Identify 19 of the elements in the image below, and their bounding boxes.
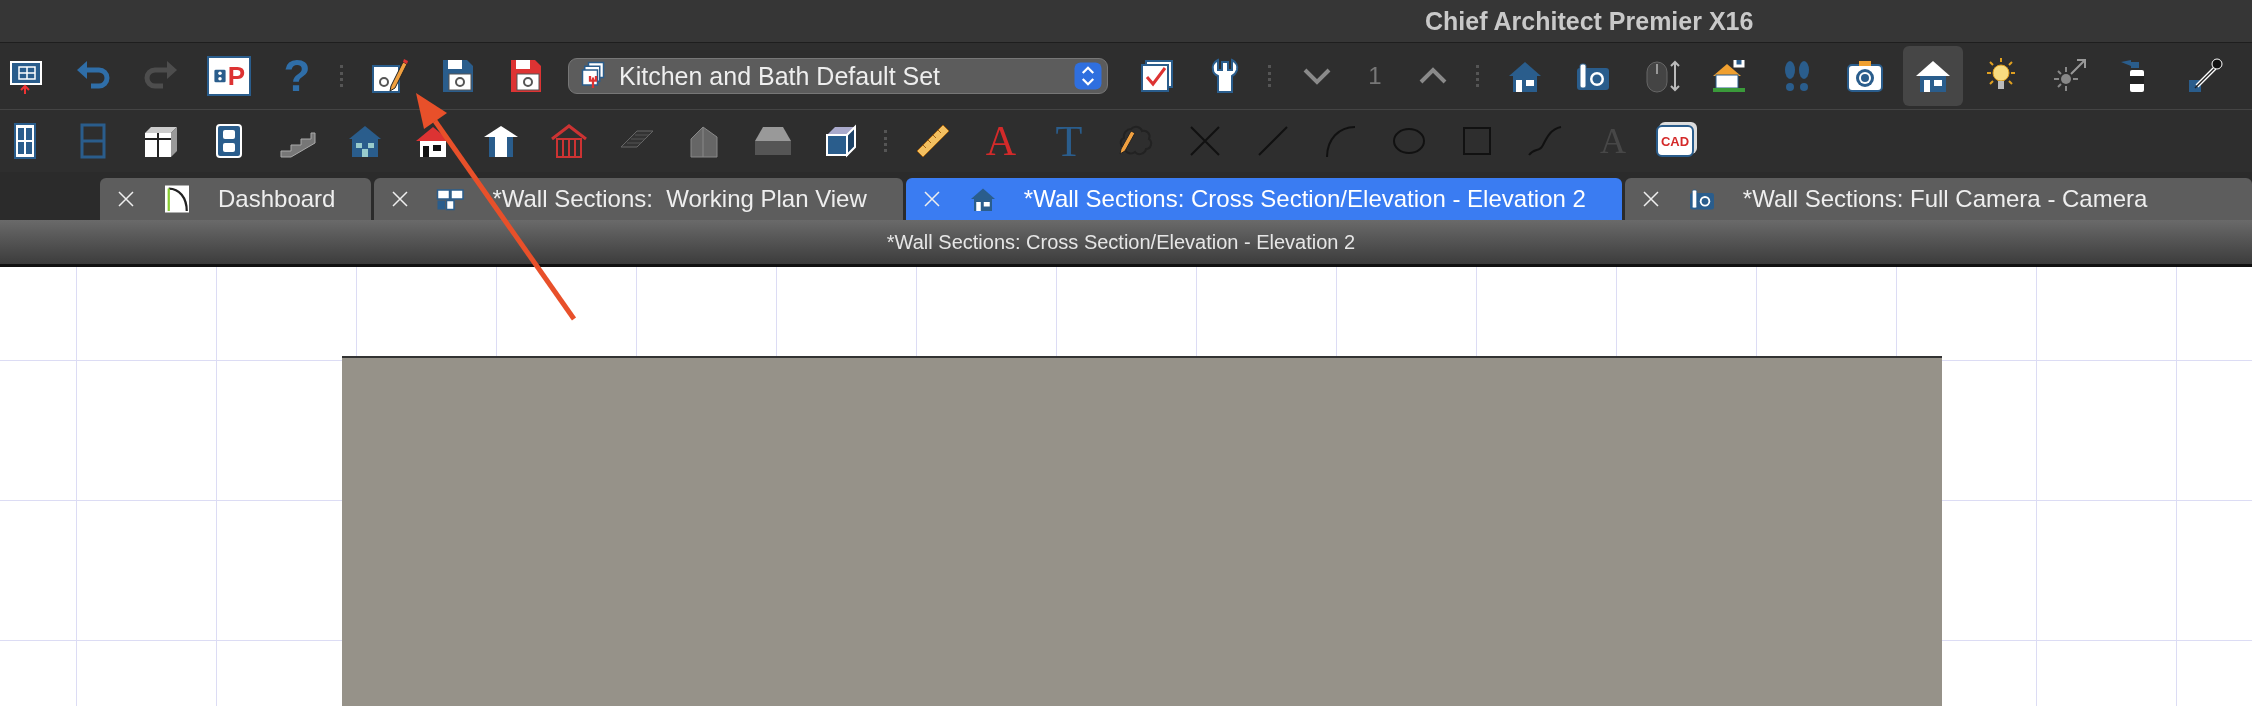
tab[interactable]: *Wall Sections: Cross Section/Elevation - Elevation 2	[905, 178, 1622, 220]
close-icon[interactable]	[390, 189, 411, 209]
style-dropdown[interactable]: Kitchen and Bath Default Set	[568, 58, 1108, 94]
tab[interactable]: *Wall Sections: Working Plan View	[374, 178, 903, 220]
toolbar-button[interactable]: ?	[272, 51, 322, 101]
close-icon[interactable]	[1640, 189, 1661, 209]
tab[interactable]: Dashboard	[100, 178, 372, 220]
toolbar-button[interactable]	[1903, 46, 1963, 106]
stepper-icon	[1073, 61, 1103, 91]
floor-number: 1	[1367, 62, 1383, 90]
view-title: *Wall Sections: Cross Section/Elevation - Elevation 2	[886, 230, 1356, 254]
pencil-document-icon	[369, 56, 409, 96]
window-title: Chief Architect Premier X16	[1425, 6, 1754, 36]
toolbar-button[interactable]: A	[976, 116, 1026, 166]
shed-icon	[549, 121, 589, 161]
toolbar-button[interactable]: CAD	[1656, 125, 1694, 157]
close-icon[interactable]	[116, 189, 136, 209]
close-icon[interactable]	[921, 189, 942, 209]
tab[interactable]: *Wall Sections: Full Camera - Camera	[1624, 178, 2252, 220]
